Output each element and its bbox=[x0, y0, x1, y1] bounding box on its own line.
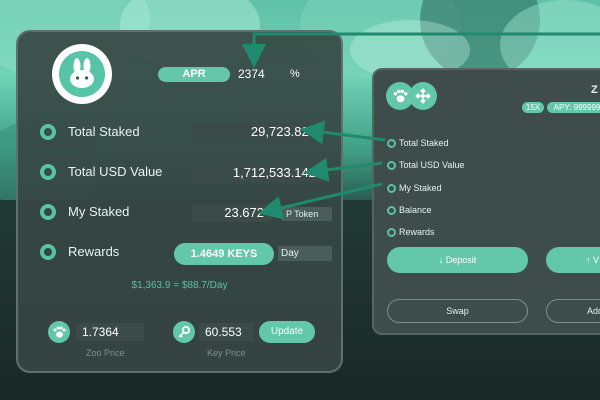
key-token bbox=[173, 321, 195, 343]
ring-icon bbox=[387, 160, 396, 170]
deposit-button[interactable]: ↓ Deposit bbox=[387, 247, 528, 273]
rewards-value: 1.4649 KEYS bbox=[174, 243, 274, 265]
period-select[interactable]: Day bbox=[278, 246, 332, 261]
pool-row-balance: Balance bbox=[387, 204, 432, 216]
ring-icon bbox=[40, 244, 56, 260]
rewards-summary: $1,363.9 = $88.7/Day bbox=[131, 280, 228, 291]
swap-button[interactable]: Swap bbox=[387, 299, 528, 323]
paw-icon bbox=[393, 89, 408, 103]
key-icon bbox=[178, 325, 191, 338]
apy-badge: APY: 999999 bbox=[547, 102, 600, 113]
ring-icon bbox=[387, 138, 396, 148]
binance-icon bbox=[415, 88, 431, 104]
key-price-value: 60.553 bbox=[199, 323, 253, 341]
multiplier-badge: 15X bbox=[522, 102, 544, 113]
zoo-price-caption: Zoo Price bbox=[86, 348, 125, 358]
my-staked-value: 23.672 bbox=[192, 204, 272, 222]
stat-label: Rewards bbox=[68, 244, 120, 259]
row-label: Rewards bbox=[399, 227, 435, 237]
stat-total-staked: Total Staked bbox=[40, 121, 140, 143]
apr-value: 2374 bbox=[238, 67, 265, 81]
staking-panel: APR 2374 % Total Staked 29,723.828 Total… bbox=[16, 30, 343, 373]
ring-icon bbox=[40, 204, 56, 220]
total-usd-value: 1,712,533.142 bbox=[192, 164, 324, 182]
ring-icon bbox=[387, 227, 396, 237]
stat-label: Total USD Value bbox=[68, 164, 163, 179]
apr-row: APR 2374 % bbox=[158, 66, 300, 82]
pool-token-b bbox=[409, 82, 437, 110]
add-liquidity-button[interactable]: Add bbox=[546, 299, 600, 323]
row-label: Balance bbox=[399, 205, 432, 215]
ring-icon bbox=[387, 205, 396, 215]
paw-icon bbox=[53, 326, 66, 338]
pool-row-rewards: Rewards bbox=[387, 226, 435, 238]
pool-row-my-staked: My Staked bbox=[387, 182, 442, 194]
stat-my-staked: My Staked bbox=[40, 201, 129, 223]
stat-rewards: Rewards bbox=[40, 241, 119, 263]
apr-unit: % bbox=[290, 68, 300, 80]
pool-row-total-staked: Total Staked bbox=[387, 137, 449, 149]
bunny-icon bbox=[70, 58, 94, 88]
stat-label: My Staked bbox=[68, 204, 130, 219]
withdraw-button[interactable]: ↑ V bbox=[546, 247, 600, 273]
update-button[interactable]: Update bbox=[259, 321, 315, 343]
row-label: My Staked bbox=[399, 183, 442, 193]
total-staked-value: 29,723.828 bbox=[192, 123, 324, 141]
stat-total-usd-value: Total USD Value bbox=[40, 161, 162, 183]
apr-label: APR bbox=[158, 66, 230, 82]
row-label: Total USD Value bbox=[399, 160, 465, 170]
zoo-token bbox=[48, 321, 70, 343]
pool-row-total-usd-value: Total USD Value bbox=[387, 159, 464, 171]
ring-icon bbox=[40, 124, 56, 140]
pool-logo bbox=[52, 44, 112, 104]
row-label: Total Staked bbox=[399, 138, 449, 148]
key-price-caption: Key Price bbox=[207, 348, 246, 358]
ring-icon bbox=[387, 183, 396, 193]
stat-label: Total Staked bbox=[68, 124, 140, 139]
token-tag: P Token bbox=[282, 207, 332, 221]
ring-icon bbox=[40, 164, 56, 180]
pool-card: Z 15X APY: 999999 Total Staked Total USD… bbox=[372, 68, 600, 335]
pool-title: Z bbox=[591, 84, 598, 96]
zoo-price-value: 1.7364 bbox=[76, 323, 144, 341]
